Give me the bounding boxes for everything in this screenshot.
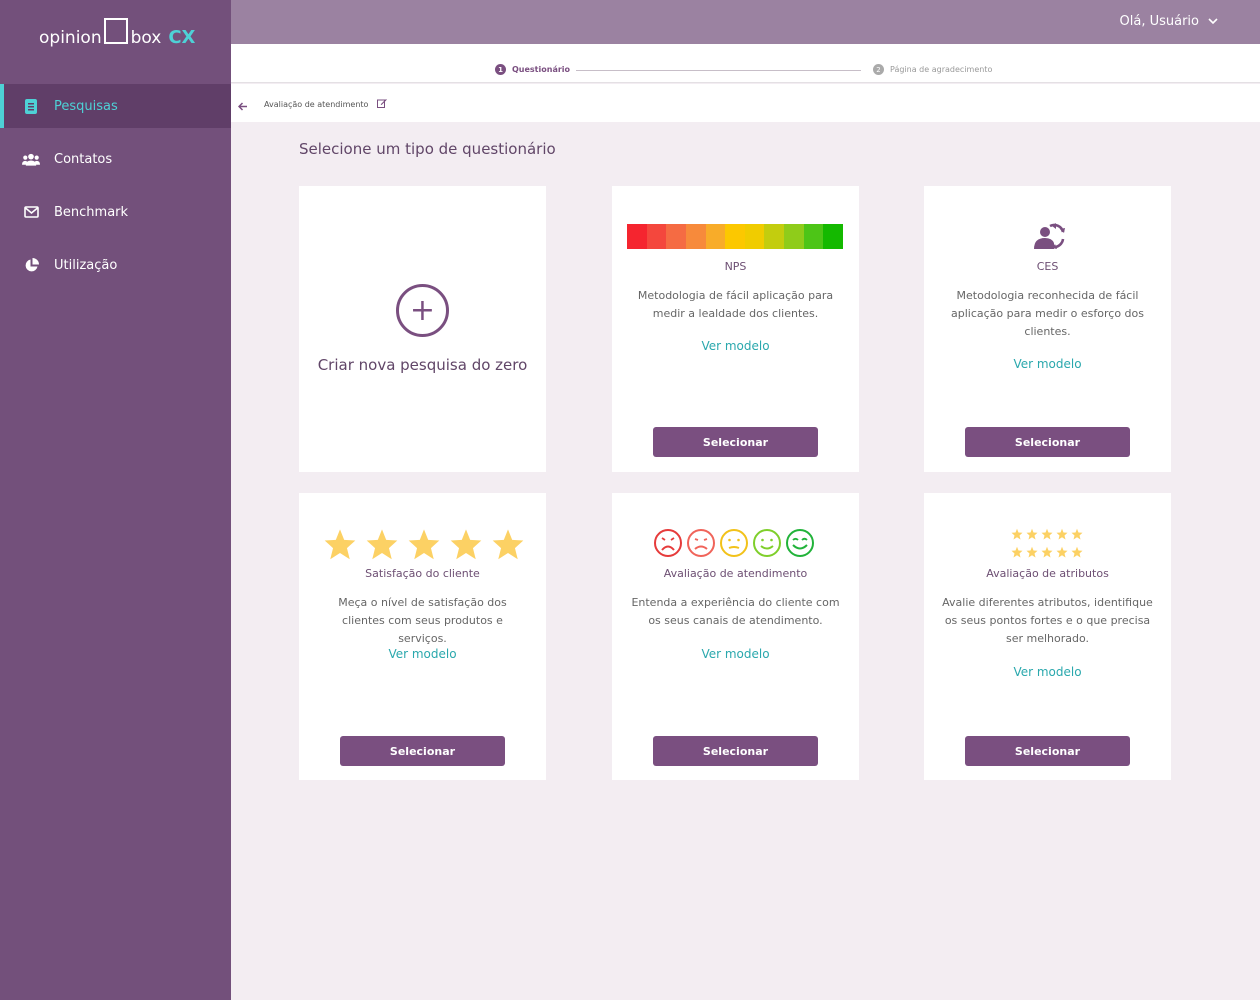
brand-logo[interactable]: opinion box CX — [39, 18, 195, 48]
card-title: Satisfação do cliente — [365, 567, 480, 580]
logo-box-icon — [103, 18, 128, 44]
select-button[interactable]: Selecionar — [653, 427, 818, 457]
edit-icon[interactable] — [377, 98, 388, 110]
card-title: NPS — [724, 260, 747, 273]
logo-box: box — [130, 28, 162, 48]
step-number: 2 — [873, 64, 884, 75]
topbar: Olá, Usuário — [231, 0, 1260, 44]
nps-scale-segment — [823, 224, 844, 249]
small-stars-icon — [1011, 528, 1085, 558]
sidebar-item-pesquisas[interactable]: Pesquisas — [0, 84, 231, 128]
contacts-icon — [22, 150, 40, 168]
card-title: CES — [1036, 260, 1059, 273]
create-survey-label: Criar nova pesquisa do zero — [317, 356, 528, 374]
create-survey-card[interactable]: + Criar nova pesquisa do zero — [299, 186, 546, 472]
user-greeting: Olá, Usuário — [1119, 14, 1199, 29]
stars-icon — [323, 528, 525, 560]
ces-card: CES Metodologia reconhecida de fácil apl… — [924, 186, 1171, 472]
select-button[interactable]: Selecionar — [965, 427, 1130, 457]
sidebar-item-label: Contatos — [54, 151, 113, 167]
nps-scale-segment — [764, 224, 785, 249]
nps-scale-segment — [666, 224, 686, 249]
step-number: 1 — [495, 64, 506, 75]
nps-card: NPS Metodologia de fácil aplicação para … — [612, 186, 859, 472]
nps-scale-segment — [725, 224, 745, 249]
plus-icon: + — [396, 284, 449, 337]
user-menu[interactable]: Olá, Usuário — [1120, 14, 1218, 29]
survey-icon — [22, 97, 40, 115]
back-arrow-icon[interactable] — [237, 96, 248, 115]
sidebar: opinion box CX Pesquisas Contatos Benchm… — [0, 0, 231, 1000]
stepper: 1 Questionário 2 Página de agradecimento — [231, 44, 1260, 83]
sidebar-nav: Pesquisas Contatos Benchmark Utilização — [0, 84, 231, 296]
step-divider — [576, 70, 861, 71]
breadcrumb-item: Avaliação de atendimento — [264, 98, 388, 110]
nps-scale-segment — [627, 224, 647, 249]
select-button[interactable]: Selecionar — [653, 736, 818, 766]
nps-scale-segment — [685, 224, 706, 249]
view-model-link[interactable]: Ver modelo — [612, 647, 859, 661]
nps-scale-segment — [784, 224, 804, 249]
logo-cx: CX — [168, 27, 196, 48]
select-button[interactable]: Selecionar — [340, 736, 505, 766]
sidebar-item-utilizacao[interactable]: Utilização — [0, 243, 231, 287]
card-description: Entenda a experiência do cliente com os … — [631, 596, 840, 627]
card-description: Meça o nível de satisfação dos clientes … — [338, 596, 507, 645]
nps-scale-segment — [744, 224, 765, 249]
card-title: Avaliação de atendimento — [663, 567, 808, 580]
card-description: Metodologia de fácil aplicação para medi… — [637, 289, 834, 320]
card-description: Avalie diferentes atributos, identifique… — [942, 596, 1153, 645]
sidebar-item-label: Benchmark — [54, 204, 129, 220]
nps-scale-segment — [646, 224, 667, 249]
chevron-down-icon — [1208, 14, 1218, 29]
csat-card: Satisfação do cliente Meça o nível de sa… — [299, 493, 546, 780]
view-model-link[interactable]: Ver modelo — [612, 339, 859, 353]
survey-name: Avaliação de atendimento — [264, 99, 369, 109]
attributes-card: Avaliação de atributos Avalie diferentes… — [924, 493, 1171, 780]
sidebar-item-label: Pesquisas — [54, 98, 118, 114]
nps-scale-segment — [705, 224, 726, 249]
mail-icon — [22, 203, 40, 221]
ces-effort-icon — [1030, 220, 1066, 256]
sidebar-item-benchmark[interactable]: Benchmark — [0, 190, 231, 234]
select-button[interactable]: Selecionar — [965, 736, 1130, 766]
card-description: Metodologia reconhecida de fácil aplicaç… — [951, 289, 1144, 338]
pie-chart-icon — [22, 256, 40, 274]
sidebar-item-label: Utilização — [54, 257, 118, 273]
nps-scale-icon — [627, 224, 844, 249]
card-title: Avaliação de atributos — [986, 567, 1109, 580]
service-card: Avaliação de atendimento Entenda a exper… — [612, 493, 859, 780]
logo-opinion: opinion — [39, 28, 102, 48]
step-questionario[interactable]: 1 Questionário — [495, 64, 570, 75]
faces-icon — [653, 528, 815, 558]
step-label: Questionário — [512, 65, 571, 74]
breadcrumb: Avaliação de atendimento — [231, 84, 1260, 122]
view-model-link[interactable]: Ver modelo — [924, 665, 1171, 679]
view-model-link[interactable]: Ver modelo — [924, 357, 1171, 371]
view-model-link[interactable]: Ver modelo — [299, 647, 546, 661]
nps-scale-segment — [803, 224, 824, 249]
step-label: Página de agradecimento — [890, 65, 993, 74]
sidebar-item-contatos[interactable]: Contatos — [0, 137, 231, 181]
step-agradecimento[interactable]: 2 Página de agradecimento — [873, 64, 992, 75]
page-title: Selecione um tipo de questionário — [299, 140, 556, 158]
